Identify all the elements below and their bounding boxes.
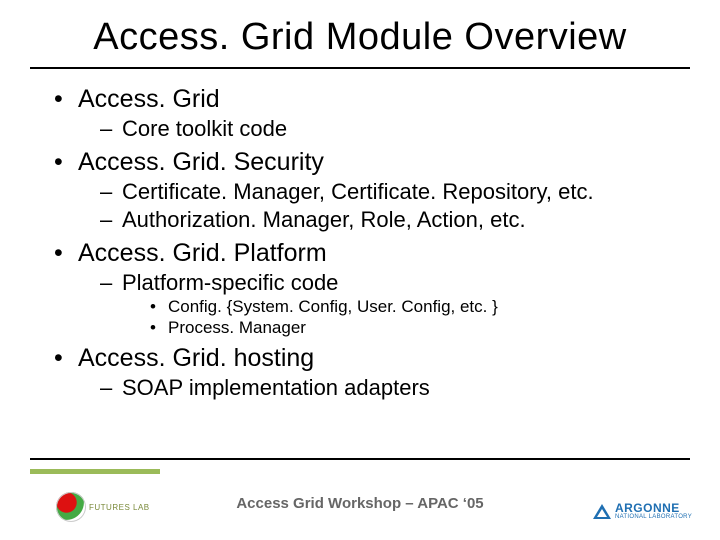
bullet-label: Authorization. Manager, Role, Action, et…: [122, 207, 526, 232]
list-item: Access. Grid Core toolkit code: [54, 85, 666, 142]
list-item: Authorization. Manager, Role, Action, et…: [100, 207, 666, 233]
list-item: Access. Grid. Platform Platform-specific…: [54, 239, 666, 338]
sub-list: Platform-specific code Config. {System. …: [100, 270, 666, 338]
futures-lab-icon: [56, 492, 86, 522]
list-item: Access. Grid. Security Certificate. Mana…: [54, 148, 666, 233]
list-item: Certificate. Manager, Certificate. Repos…: [100, 179, 666, 205]
futures-lab-label: FUTURES LAB: [89, 503, 150, 512]
bullet-label: Core toolkit code: [122, 116, 287, 141]
accent-bar: [30, 469, 160, 474]
list-item: Platform-specific code Config. {System. …: [100, 270, 666, 338]
slide-title: Access. Grid Module Overview: [0, 0, 720, 59]
list-item: SOAP implementation adapters: [100, 375, 666, 401]
bullet-label: Certificate. Manager, Certificate. Repos…: [122, 179, 594, 204]
list-item: Core toolkit code: [100, 116, 666, 142]
bullet-label: Platform-specific code: [122, 270, 338, 295]
bullet-label: Access. Grid. Security: [78, 148, 324, 176]
sub-list: Certificate. Manager, Certificate. Repos…: [100, 179, 666, 233]
futures-lab-logo: FUTURES LAB: [56, 492, 150, 522]
slide: Access. Grid Module Overview Access. Gri…: [0, 0, 720, 540]
argonne-icon: [593, 504, 611, 519]
argonne-wordmark: ARGONNE NATIONAL LABORATORY: [615, 502, 692, 520]
list-item: Access. Grid. hosting SOAP implementatio…: [54, 344, 666, 401]
sub-list: SOAP implementation adapters: [100, 375, 666, 401]
argonne-logo: ARGONNE NATIONAL LABORATORY: [593, 502, 692, 520]
bullet-label: Access. Grid. hosting: [78, 344, 314, 372]
bullet-label: SOAP implementation adapters: [122, 375, 430, 400]
bullet-label: Access. Grid: [78, 85, 220, 113]
argonne-label: ARGONNE: [615, 502, 692, 514]
footer-divider: [30, 458, 690, 460]
subsub-list: Config. {System. Config, User. Config, e…: [150, 297, 666, 338]
slide-content: Access. Grid Core toolkit code Access. G…: [0, 69, 720, 401]
bullet-label: Process. Manager: [168, 318, 306, 337]
bullet-label: Access. Grid. Platform: [78, 239, 327, 267]
bullet-label: Config. {System. Config, User. Config, e…: [168, 297, 498, 316]
list-item: Config. {System. Config, User. Config, e…: [150, 297, 666, 317]
argonne-sublabel: NATIONAL LABORATORY: [615, 514, 692, 520]
sub-list: Core toolkit code: [100, 116, 666, 142]
bullet-list: Access. Grid Core toolkit code Access. G…: [54, 85, 666, 401]
list-item: Process. Manager: [150, 318, 666, 338]
